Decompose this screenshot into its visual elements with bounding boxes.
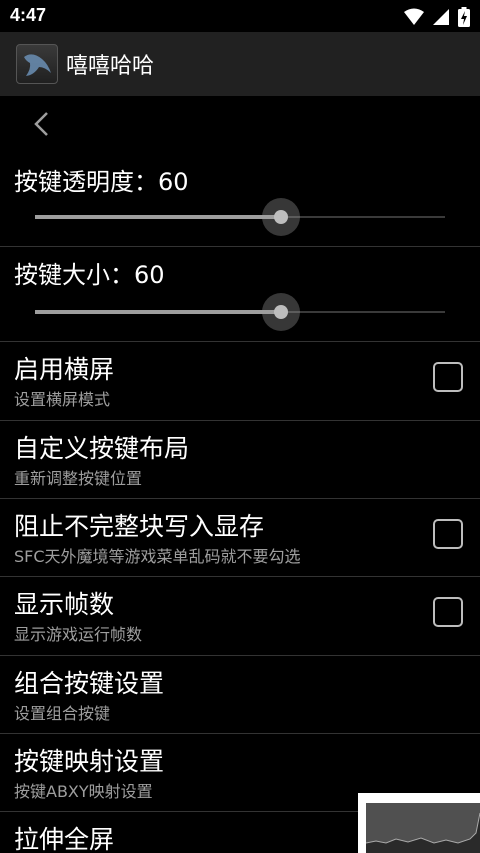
screenshot-preview-thumbnail[interactable] (358, 793, 480, 853)
pref-summary: 显示游戏运行帧数 (14, 625, 143, 644)
slider-fill (35, 310, 281, 314)
pref-title: 拉伸全屏 (14, 825, 115, 853)
thumbnail-image (366, 803, 480, 853)
size-label: 按键大小：60 (14, 261, 165, 289)
slider-thumb[interactable] (274, 210, 288, 224)
app-title: 嘻嘻哈哈 (66, 54, 155, 79)
pref-landscape[interactable]: 启用横屏 设置横屏模式 (0, 342, 480, 420)
back-button[interactable] (26, 108, 58, 140)
landscape-checkbox[interactable] (433, 362, 463, 392)
back-arrow-icon (34, 112, 48, 136)
pref-summary: 重新调整按键位置 (14, 469, 143, 488)
pref-summary: 设置横屏模式 (14, 390, 111, 409)
pref-show-fps[interactable]: 显示帧数 显示游戏运行帧数 (0, 577, 480, 655)
pref-summary: SFC天外魔境等游戏菜单乱码就不要勾选 (14, 547, 301, 566)
slider-fill (35, 215, 281, 219)
size-slider[interactable] (35, 293, 445, 331)
transparency-slider-block: 按键透明度：60 (0, 152, 480, 247)
block-vram-write-checkbox[interactable] (433, 519, 463, 549)
status-time: 4:47 (10, 5, 47, 25)
pref-summary: 设置组合按键 (14, 704, 111, 723)
pref-custom-layout[interactable]: 自定义按键布局 重新调整按键位置 (0, 421, 480, 499)
app-icon (16, 44, 58, 84)
pref-title: 按键映射设置 (14, 747, 165, 776)
size-slider-block: 按键大小：60 (0, 247, 480, 342)
settings-list: 按键透明度：60 按键大小：60 启用横屏 设置横屏模式 自定义按键布局 重新调… (0, 96, 480, 853)
pref-title: 显示帧数 (14, 590, 115, 619)
pref-title: 启用横屏 (14, 355, 115, 384)
pref-block-vram-write[interactable]: 阻止不完整块写入显存 SFC天外魔境等游戏菜单乱码就不要勾选 (0, 499, 480, 577)
slider-thumb[interactable] (274, 305, 288, 319)
status-bar: 4:47 (0, 0, 480, 32)
app-bar: 嘻嘻哈哈 (0, 32, 480, 96)
settings-screen: 4:47 嘻嘻哈哈 按键透明度：60 按键大小：60 启用横屏 设置横屏模式 自… (0, 0, 480, 853)
battery-icon (458, 7, 470, 27)
show-fps-checkbox[interactable] (433, 597, 463, 627)
cellular-signal-icon (433, 9, 449, 25)
pref-title: 阻止不完整块写入显存 (14, 512, 265, 541)
pref-title: 组合按键设置 (14, 669, 165, 698)
transparency-label: 按键透明度：60 (14, 168, 189, 196)
pref-combo-keys[interactable]: 组合按键设置 设置组合按键 (0, 656, 480, 734)
pref-summary: 按键ABXY映射设置 (14, 782, 153, 801)
transparency-slider[interactable] (35, 198, 445, 236)
status-icons (404, 7, 470, 27)
wifi-icon (404, 8, 424, 25)
pref-title: 自定义按键布局 (14, 434, 190, 463)
